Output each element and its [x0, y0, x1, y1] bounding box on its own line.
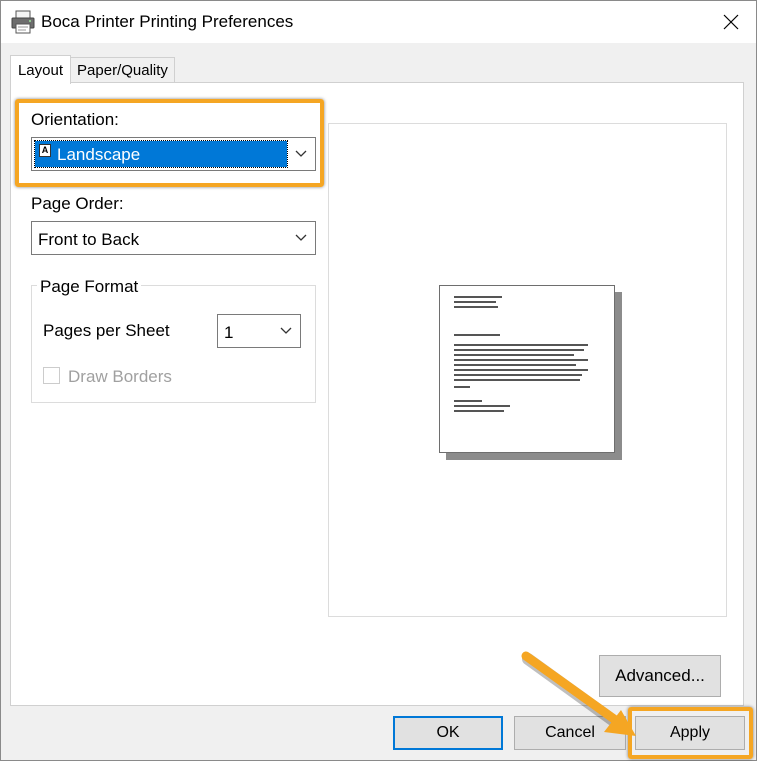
page-order-value: Front to Back	[38, 230, 140, 249]
page-order-label: Page Order:	[31, 194, 124, 213]
tab-layout-label: Layout	[17, 61, 64, 79]
tab-strip: Layout Paper/Quality	[1, 43, 756, 84]
chevron-down-icon	[295, 234, 307, 241]
preview-page	[439, 285, 615, 453]
pointer-arrow-icon	[521, 651, 636, 736]
page-format-title: Page Format	[37, 277, 142, 297]
tab-paper-quality[interactable]: Paper/Quality	[71, 57, 175, 83]
page-order-dropdown[interactable]: Front to Back	[31, 221, 316, 255]
window-title: Boca Printer Printing Preferences	[41, 12, 294, 31]
chevron-down-icon	[280, 327, 292, 334]
tab-paper-quality-label: Paper/Quality	[77, 62, 168, 79]
pages-per-sheet-dropdown[interactable]: 1	[217, 314, 301, 348]
close-icon	[723, 14, 739, 30]
ok-button[interactable]: OK	[393, 716, 503, 750]
close-button[interactable]	[706, 1, 756, 43]
title-bar: Boca Printer Printing Preferences	[1, 1, 756, 43]
draw-borders-checkbox[interactable]	[43, 367, 60, 384]
apply-highlight-box	[628, 707, 753, 759]
orientation-highlight-box	[15, 99, 324, 187]
pages-per-sheet-value: 1	[224, 323, 234, 342]
printing-preferences-dialog: Boca Printer Printing Preferences Layout…	[0, 0, 757, 761]
tab-layout[interactable]: Layout	[10, 55, 71, 84]
draw-borders-label: Draw Borders	[68, 367, 172, 386]
printer-icon	[11, 10, 35, 34]
pages-per-sheet-label: Pages per Sheet	[43, 321, 170, 340]
preview-page-text-lines	[454, 296, 588, 412]
